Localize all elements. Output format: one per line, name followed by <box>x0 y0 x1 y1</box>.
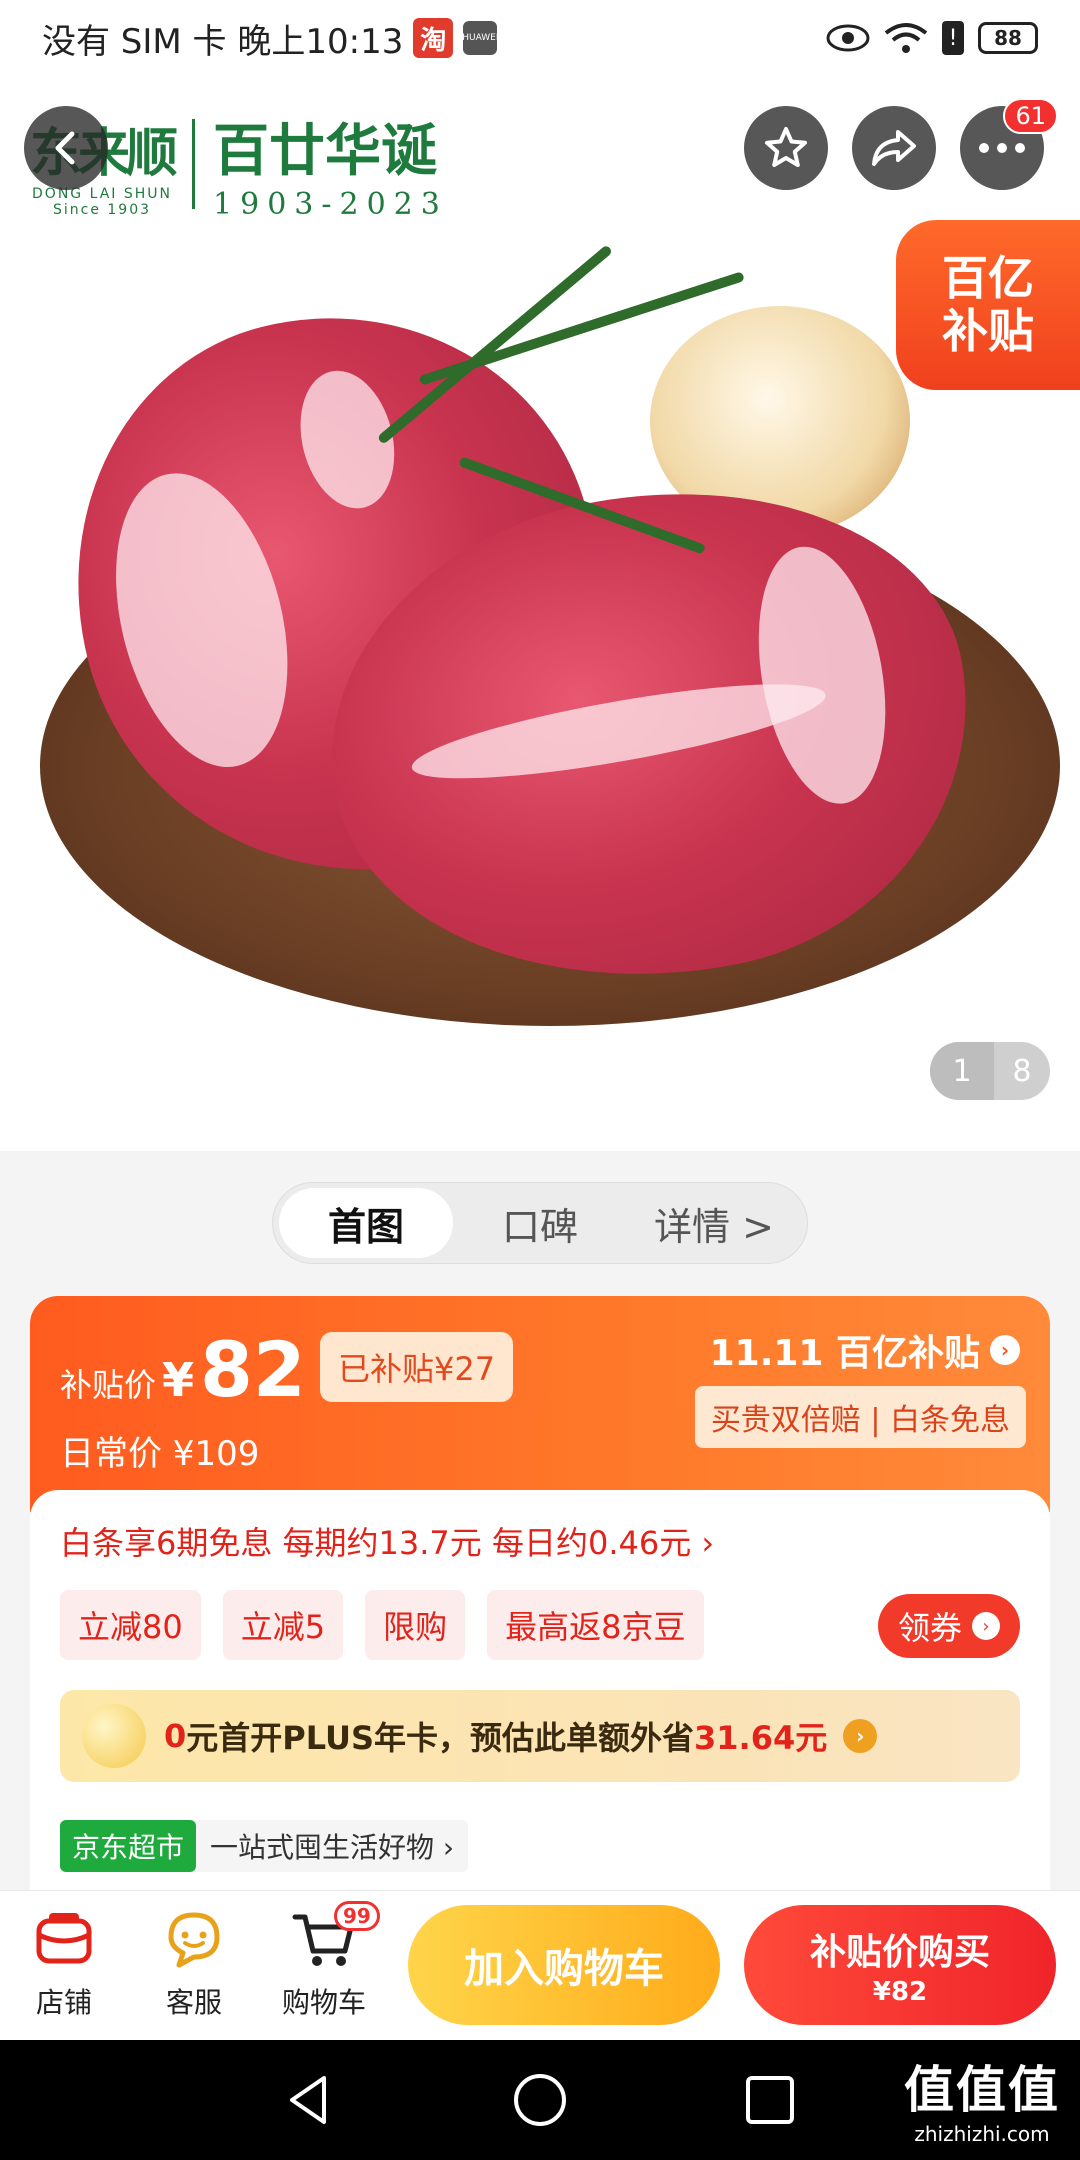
price-currency: ¥ <box>162 1353 195 1407</box>
eye-icon <box>826 24 870 52</box>
brand-years: 1903-2023 <box>213 187 448 222</box>
buy-label: 补贴价购买 <box>809 1932 990 1973</box>
tab-main-image[interactable]: 首图 <box>279 1188 453 1258</box>
status-bar: 没有 SIM 卡 晚上10:13 淘 HUAWEI ! 88 <box>0 0 1080 76</box>
share-arrow-icon <box>872 130 916 166</box>
system-navigation-bar: 值值值 zhizhizhi.com <box>0 2040 1080 2160</box>
star-icon <box>765 127 807 167</box>
get-coupon-button[interactable]: 领券 › <box>877 1594 1020 1658</box>
pager-current: 1 <box>930 1042 994 1100</box>
status-right: ! 88 <box>826 21 1038 55</box>
customer-service-button[interactable]: 客服 <box>134 1907 254 2021</box>
product-image-gallery[interactable]: 东来顺 DONG LAI SHUN Since 1903 百廿华诞 1903-2… <box>0 76 1080 1151</box>
campaign-label: 11.11 百亿补贴 <box>709 1333 980 1374</box>
nav-back-icon[interactable] <box>280 2070 340 2130</box>
discount-chip[interactable]: 最高返8京豆 <box>487 1590 704 1660</box>
discount-chip[interactable]: 立减80 <box>60 1590 201 1660</box>
chevron-right-icon: › <box>843 1719 878 1753</box>
installment-offer[interactable]: 白条享6期免息 每期约13.7元 每日约0.46元 › <box>60 1518 714 1564</box>
more-dots-icon <box>979 143 1025 153</box>
buy-now-button[interactable]: 补贴价购买 ¥82 <box>744 1905 1056 2025</box>
back-button[interactable] <box>24 106 108 190</box>
subsidy-tag-line2: 补贴 <box>942 304 1034 358</box>
cart-badge: 99 <box>334 1901 380 1931</box>
store-desc: 一站式囤生活好物 › <box>210 1831 455 1864</box>
moon-icon <box>82 1704 146 1768</box>
subsidy-tag: 百亿 补贴 <box>896 220 1080 390</box>
discount-chips: 立减80 立减5 限购 最高返8京豆 <box>60 1590 704 1660</box>
share-button[interactable] <box>852 106 936 190</box>
bottom-action-bar: 店铺 客服 99 购物车 加入购物车 补贴价购买 ¥82 <box>0 1890 1080 2040</box>
chevron-right-icon: › <box>990 1335 1020 1365</box>
guarantee-badge[interactable]: 买贵双倍赔 | 白条免息 <box>694 1386 1026 1448</box>
sim-warning-icon: ! <box>942 21 964 55</box>
status-left: 没有 SIM 卡 晚上10:13 淘 HUAWEI <box>42 14 499 63</box>
store-info[interactable]: 京东超市 一站式囤生活好物 › <box>60 1820 469 1872</box>
chevron-right-icon: › <box>972 1612 1000 1640</box>
store-button[interactable]: 店铺 <box>4 1907 124 2021</box>
huawei-icon: HUAWEI <box>462 21 499 55</box>
watermark-url: zhizhizhi.com <box>914 2122 1050 2146</box>
more-button[interactable]: 61 <box>960 98 1058 190</box>
saved-badge: 已补贴¥27 <box>320 1332 514 1402</box>
regular-price: 日常价 ¥109 <box>60 1434 260 1474</box>
plus-amount: 31.64元 <box>694 1719 828 1757</box>
wifi-icon <box>884 23 928 53</box>
subsidy-price: 补贴价 ¥ 82 <box>60 1332 306 1408</box>
store-icon <box>36 1913 92 1964</box>
store-label: 店铺 <box>35 1986 92 2019</box>
plus-prefix: 0 <box>164 1717 187 1755</box>
tab-reviews[interactable]: 口碑 <box>453 1188 627 1258</box>
promo-panel: 白条享6期免息 每期约13.7元 每日约0.46元 › 立减80 立减5 限购 … <box>30 1490 1050 1890</box>
plus-membership-banner[interactable]: 0 元首开PLUS年卡，预估此单额外省 31.64元 › <box>60 1690 1020 1782</box>
subsidy-tag-line1: 百亿 <box>942 251 1034 306</box>
tab-details[interactable]: 详情 > <box>627 1188 801 1258</box>
price-value: 82 <box>200 1325 306 1414</box>
plus-text: 元首开PLUS年卡，预估此单额外省 <box>186 1719 695 1757</box>
watermark: 值值值 zhizhizhi.com <box>904 2050 1060 2146</box>
cart-label: 购物车 <box>281 1986 366 2019</box>
taobao-icon: 淘 <box>413 18 454 58</box>
price-label: 补贴价 <box>60 1366 157 1404</box>
price-card: 补贴价 ¥ 82 已补贴¥27 日常价 ¥109 11.11 百亿补贴 › 买贵… <box>30 1296 1050 1512</box>
section-tabs: 首图 口碑 详情 > <box>272 1182 808 1264</box>
chat-icon <box>168 1912 220 1968</box>
battery-icon: 88 <box>978 22 1038 54</box>
store-tag: 京东超市 <box>60 1820 197 1872</box>
campaign-link[interactable]: 11.11 百亿补贴 › <box>710 1324 1020 1376</box>
favorite-button[interactable] <box>744 106 828 190</box>
buy-price: ¥82 <box>872 1977 928 2007</box>
status-text: 没有 SIM 卡 晚上10:13 <box>42 21 404 62</box>
add-to-cart-button[interactable]: 加入购物车 <box>408 1905 720 2025</box>
cart-button[interactable]: 99 购物车 <box>264 1901 384 2021</box>
brand-divider <box>192 119 196 209</box>
brand-since: Since 1903 <box>52 201 152 218</box>
discount-chip[interactable]: 限购 <box>365 1590 466 1660</box>
service-label: 客服 <box>165 1986 222 2019</box>
brand-anniversary: 百廿华诞 <box>213 118 438 184</box>
coupon-label: 领券 <box>897 1609 962 1647</box>
pager-total: 8 <box>1012 1053 1032 1089</box>
discount-chip[interactable]: 立减5 <box>222 1590 344 1660</box>
notification-badge: 61 <box>1003 98 1058 134</box>
nav-recent-icon[interactable] <box>740 2070 800 2130</box>
image-pager: 1 8 <box>930 1042 1050 1100</box>
chevron-left-icon <box>55 131 75 165</box>
watermark-logo: 值值值 <box>904 2061 1060 2119</box>
nav-home-icon[interactable] <box>510 2070 570 2130</box>
